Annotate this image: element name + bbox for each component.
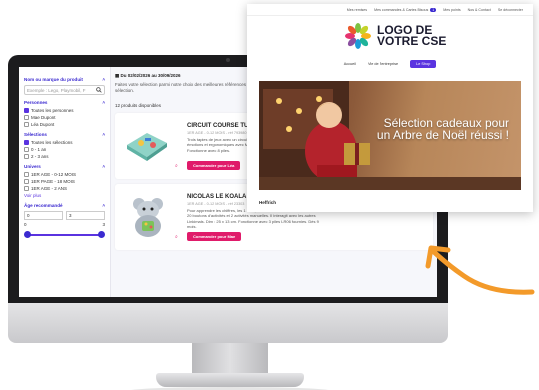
hero-title: Sélection cadeaux pour un Arbre de Noël … xyxy=(376,116,509,142)
slider-min-label: 0 xyxy=(24,222,27,227)
nav-vie-entreprise[interactable]: Vie de l'entreprise xyxy=(368,62,398,66)
chevron-up-icon[interactable]: ˄ xyxy=(102,132,105,137)
univers-filter-label: Univers xyxy=(24,164,41,169)
checkbox-icon[interactable] xyxy=(24,122,29,127)
checkbox-label: 0 - 1 an xyxy=(31,147,47,152)
checkbox-icon[interactable] xyxy=(24,140,29,145)
top-link-points[interactable]: Mes points xyxy=(443,8,460,12)
people-filter-title[interactable]: Personnes ˄ xyxy=(24,100,105,105)
slider-max-label: 3 xyxy=(102,222,105,227)
checkbox-icon[interactable] xyxy=(24,108,29,113)
cart-count-badge: 1 xyxy=(430,7,437,12)
checkbox-icon[interactable] xyxy=(24,115,29,120)
slider-min-handle[interactable] xyxy=(24,231,31,238)
product-meta: 1ER AGE - 0-12 MOIS - réf 793980 xyxy=(187,130,247,135)
hero-banner[interactable]: Sélection cadeaux pour un Arbre de Noël … xyxy=(259,81,521,190)
top-link-bar: Mes remises Mes commandes & Cartes Bisou… xyxy=(247,4,533,16)
voir-plus-link[interactable]: Voir plus xyxy=(24,193,105,198)
search-filter-title[interactable]: Nom ou marque du produit ˄ xyxy=(24,77,105,82)
top-link-contact[interactable]: Nos & Contact xyxy=(468,8,491,12)
checkbox-label: 1ER PAGE - 18 MOIS xyxy=(31,179,75,184)
cse-logo[interactable]: LOGO DE VOTRE CSE xyxy=(345,23,446,49)
top-link-orders[interactable]: Mes commandes & Cartes Bisous 1 xyxy=(374,7,437,12)
logo-text: LOGO DE VOTRE CSE xyxy=(377,24,447,48)
age-min-input[interactable]: 0 xyxy=(24,211,63,220)
checkbox-person[interactable]: Léa Dupont xyxy=(24,122,105,127)
age-max-input[interactable]: 3 xyxy=(66,211,105,220)
top-link-logout[interactable]: Se déconnecter xyxy=(498,8,523,12)
checkbox-icon[interactable] xyxy=(24,186,29,191)
filter-sidebar: Nom ou marque du produit ˄ Exemple : Leg… xyxy=(19,67,111,297)
checkbox-univers[interactable]: 1ER AGE - 0-12 MOIS xyxy=(24,172,105,177)
zoom-icon[interactable]: ⌕ xyxy=(175,234,178,240)
checkbox-icon[interactable] xyxy=(24,172,29,177)
checkbox-icon[interactable] xyxy=(24,179,29,184)
date-range-text: Du 02/02/2026 au 30/09/2026 xyxy=(120,73,181,78)
monitor-stand xyxy=(192,343,268,375)
checkbox-label: 1ER AGE - 0-12 MOIS xyxy=(31,172,77,177)
checkbox-icon[interactable] xyxy=(24,154,29,159)
main-nav: Accueil Vie de l'entreprise Le Shop xyxy=(247,60,533,68)
checkbox-person[interactable]: Mae Dupont xyxy=(24,115,105,120)
order-button[interactable]: Commander pour Léa xyxy=(187,160,241,170)
checkbox-univers[interactable]: 1ER AGE - 2 ANS xyxy=(24,186,105,191)
product-image-koala[interactable] xyxy=(123,194,171,238)
checkbox-label: Mae Dupont xyxy=(31,115,56,120)
product-name[interactable]: NICOLAS LE KOALA xyxy=(187,194,246,200)
slider-track xyxy=(26,234,103,236)
orange-arrow-icon xyxy=(425,245,535,295)
people-filter-label: Personnes xyxy=(24,100,48,105)
selections-filter-title[interactable]: Sélections ˄ xyxy=(24,132,105,137)
checkbox-all-selections[interactable]: Toutes les sélections xyxy=(24,140,105,145)
checkbox-all-people[interactable]: Toutes les personnes xyxy=(24,108,105,113)
nav-le-shop[interactable]: Le Shop xyxy=(410,60,437,68)
univers-filter-title[interactable]: Univers ˄ xyxy=(24,164,105,169)
age-filter-title[interactable]: Âge recommandé ˄ xyxy=(24,203,105,208)
partner-label: Heffrich xyxy=(259,200,277,205)
slider-labels: 0 3 xyxy=(24,222,105,227)
checkbox-univers[interactable]: 1ER PAGE - 18 MOIS xyxy=(24,179,105,184)
checkbox-selection[interactable]: 0 - 1 an xyxy=(24,147,105,152)
product-meta: 1ER AGE - 0-12 MOIS - réf 23303 xyxy=(187,201,245,206)
search-placeholder: Exemple : Lego, Playmobil, F xyxy=(27,87,86,93)
chevron-up-icon[interactable]: ˄ xyxy=(102,164,105,169)
checkbox-label: 1ER AGE - 2 ANS xyxy=(31,186,68,191)
chevron-up-icon[interactable]: ˄ xyxy=(102,203,105,208)
product-image-circuit[interactable] xyxy=(123,123,171,167)
logo-flower-icon xyxy=(345,23,371,49)
chevron-up-icon[interactable]: ˄ xyxy=(102,77,105,82)
checkbox-label: Toutes les personnes xyxy=(31,108,74,113)
age-filter-label: Âge recommandé xyxy=(24,203,63,208)
monitor-base xyxy=(156,373,304,387)
checkbox-label: Léa Dupont xyxy=(31,122,55,127)
top-link-remises[interactable]: Mes remises xyxy=(347,8,367,12)
monitor-chin xyxy=(8,303,448,343)
zoom-icon[interactable]: ⌕ xyxy=(175,163,178,169)
selections-filter-label: Sélections xyxy=(24,132,47,137)
logo-line-2: VOTRE CSE xyxy=(377,34,447,48)
search-icon[interactable] xyxy=(96,86,102,94)
cse-website-window: Mes remises Mes commandes & Cartes Bisou… xyxy=(247,4,533,212)
nav-accueil[interactable]: Accueil xyxy=(344,62,356,66)
age-range-slider[interactable] xyxy=(24,231,105,239)
checkbox-label: Toutes les sélections xyxy=(31,140,73,145)
age-range-fields: 0 3 xyxy=(24,211,105,220)
checkbox-icon[interactable] xyxy=(24,147,29,152)
slider-max-handle[interactable] xyxy=(98,231,105,238)
checkbox-selection[interactable]: 2 - 3 ans xyxy=(24,154,105,159)
order-button[interactable]: Commander pour Mae xyxy=(187,231,242,241)
search-input[interactable]: Exemple : Lego, Playmobil, F xyxy=(24,85,105,95)
search-filter-label: Nom ou marque du produit xyxy=(24,77,83,82)
chevron-up-icon[interactable]: ˄ xyxy=(102,100,105,105)
checkbox-label: 2 - 3 ans xyxy=(31,154,49,159)
camera-dot xyxy=(226,58,230,62)
top-link-orders-label: Mes commandes & Cartes Bisous xyxy=(374,7,429,12)
